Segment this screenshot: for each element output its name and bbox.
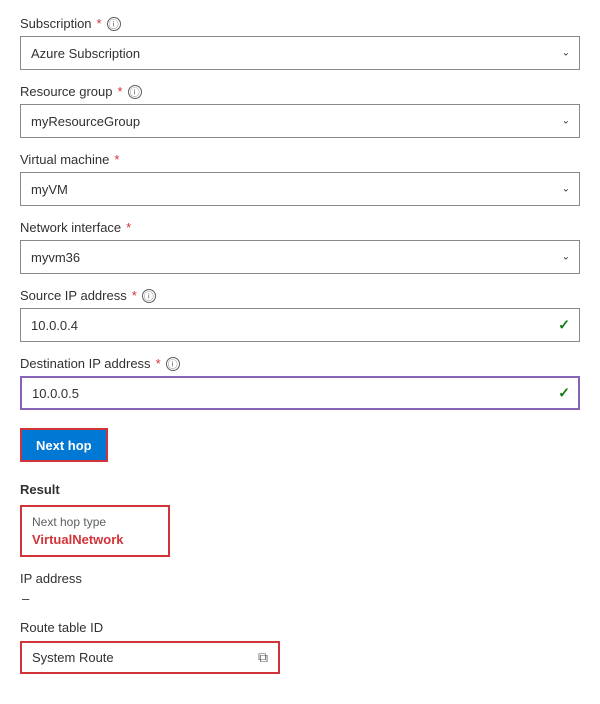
source-ip-input-wrapper: ✓ [20,308,580,342]
route-table-box: System Route ⧉ [20,641,280,674]
subscription-dropdown-wrapper: Azure Subscription ⌄ [20,36,580,70]
ip-address-value: – [20,591,580,606]
route-table-value: System Route [32,650,114,665]
network-interface-label-text: Network interface [20,220,121,235]
destination-ip-label: Destination IP address * ⓘ [20,356,580,371]
network-interface-required: * [126,220,131,235]
network-interface-select[interactable]: myvm36 [20,240,580,274]
destination-ip-input-wrapper: ✓ [20,376,580,410]
route-table-section: Route table ID System Route ⧉ [20,620,580,674]
next-hop-type-box: Next hop type VirtualNetwork [20,505,170,557]
resource-group-dropdown-wrapper: myResourceGroup ⌄ [20,104,580,138]
subscription-field: Subscription * ⓘ Azure Subscription ⌄ [20,16,580,70]
source-ip-check-icon: ✓ [558,317,570,334]
subscription-info-icon[interactable]: ⓘ [107,17,121,31]
virtual-machine-field: Virtual machine * myVM ⌄ [20,152,580,206]
virtual-machine-select[interactable]: myVM [20,172,580,206]
virtual-machine-label-text: Virtual machine [20,152,109,167]
subscription-label: Subscription * ⓘ [20,16,580,31]
resource-group-select[interactable]: myResourceGroup [20,104,580,138]
destination-ip-check-icon: ✓ [558,385,570,402]
source-ip-info-icon[interactable]: ⓘ [142,289,156,303]
resource-group-info-icon[interactable]: ⓘ [128,85,142,99]
destination-ip-required: * [156,356,161,371]
destination-ip-input[interactable] [20,376,580,410]
source-ip-label: Source IP address * ⓘ [20,288,580,303]
route-table-label: Route table ID [20,620,580,635]
resource-group-field: Resource group * ⓘ myResourceGroup ⌄ [20,84,580,138]
subscription-label-text: Subscription [20,16,92,31]
next-hop-button[interactable]: Next hop [20,428,108,462]
subscription-required: * [97,16,102,31]
network-interface-dropdown-wrapper: myvm36 ⌄ [20,240,580,274]
resource-group-label: Resource group * ⓘ [20,84,580,99]
source-ip-required: * [132,288,137,303]
copy-icon[interactable]: ⧉ [258,649,268,666]
resource-group-required: * [118,84,123,99]
network-interface-field: Network interface * myvm36 ⌄ [20,220,580,274]
virtual-machine-required: * [114,152,119,167]
ip-address-section: IP address – [20,571,580,606]
source-ip-input[interactable] [20,308,580,342]
source-ip-field: Source IP address * ⓘ ✓ [20,288,580,342]
next-hop-type-label: Next hop type [32,515,158,529]
subscription-select[interactable]: Azure Subscription [20,36,580,70]
destination-ip-label-text: Destination IP address [20,356,151,371]
result-section: Result Next hop type VirtualNetwork [20,482,580,557]
source-ip-label-text: Source IP address [20,288,127,303]
next-hop-type-value: VirtualNetwork [32,532,158,547]
network-interface-label: Network interface * [20,220,580,235]
resource-group-label-text: Resource group [20,84,113,99]
destination-ip-info-icon[interactable]: ⓘ [166,357,180,371]
result-title: Result [20,482,580,497]
virtual-machine-label: Virtual machine * [20,152,580,167]
ip-address-label: IP address [20,571,580,586]
destination-ip-field: Destination IP address * ⓘ ✓ [20,356,580,410]
virtual-machine-dropdown-wrapper: myVM ⌄ [20,172,580,206]
